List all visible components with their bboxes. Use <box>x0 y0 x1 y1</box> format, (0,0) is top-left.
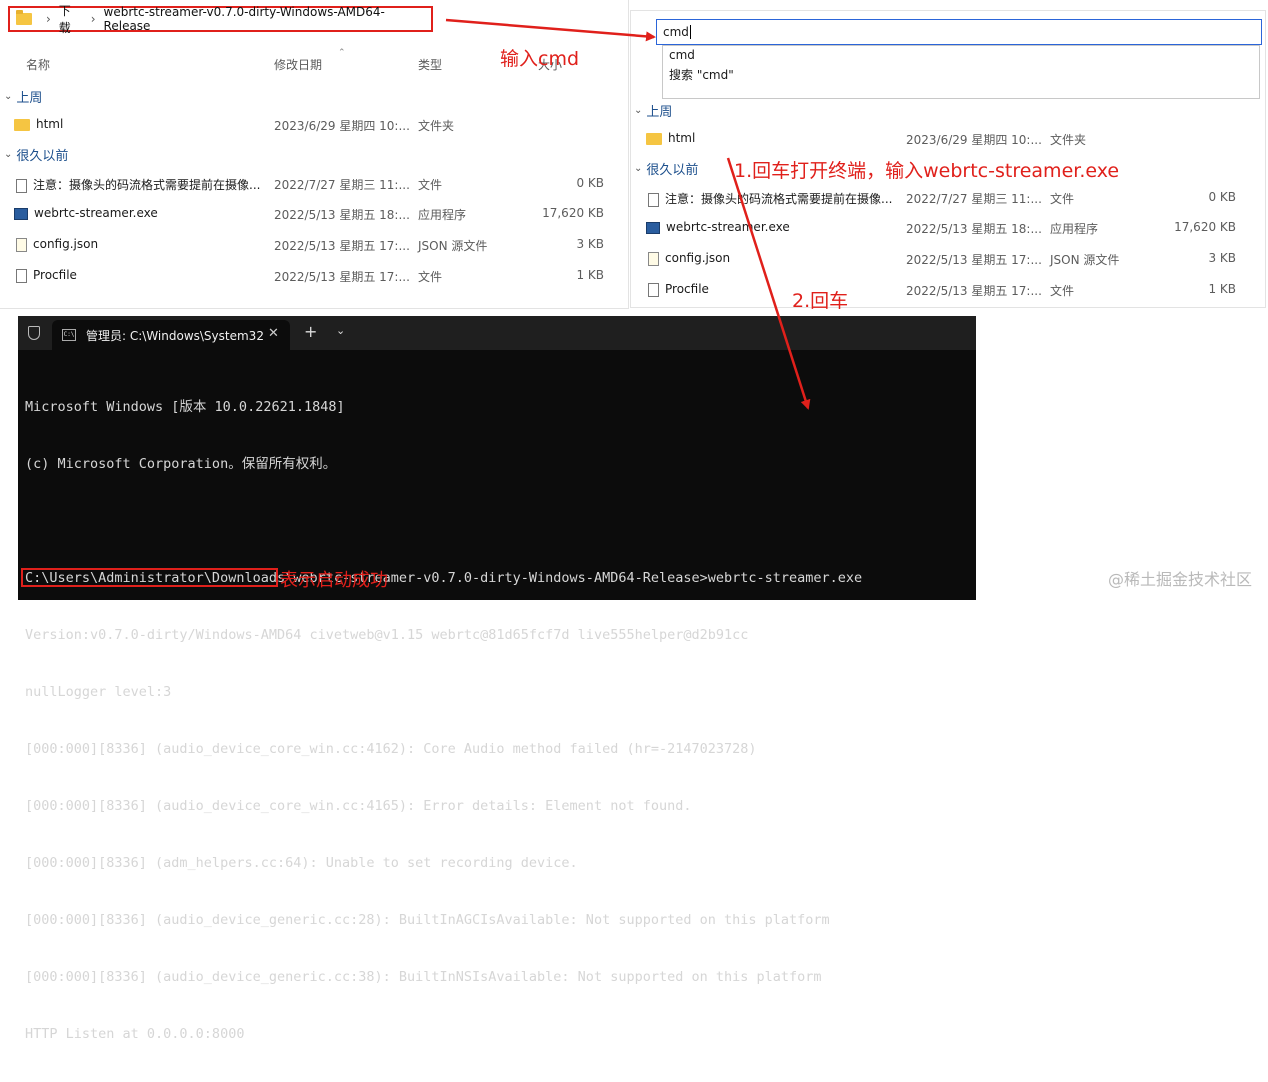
terminal-line: [000:000][8336] (audio_device_generic.cc… <box>25 969 822 985</box>
watermark: @稀土掘金技术社区 <box>1107 570 1252 589</box>
terminal-line: [000:000][8336] (adm_helpers.cc:64): Una… <box>25 855 578 871</box>
terminal-line: [000:000][8336] (audio_device_core_win.c… <box>25 798 692 814</box>
terminal-line: nullLogger level:3 <box>25 684 172 700</box>
arrow-to-terminal <box>726 157 811 410</box>
terminal-line: HTTP Listen at 0.0.0.0:8000 <box>25 1026 245 1042</box>
terminal-line: [000:000][8336] (audio_device_generic.cc… <box>25 912 830 928</box>
terminal-line: Version:v0.7.0-dirty/Windows-AMD64 civet… <box>25 627 749 643</box>
arrow-to-address <box>445 18 656 42</box>
annotation-arrows <box>445 18 811 410</box>
terminal-line: [000:000][8336] (audio_device_core_win.c… <box>25 741 757 757</box>
